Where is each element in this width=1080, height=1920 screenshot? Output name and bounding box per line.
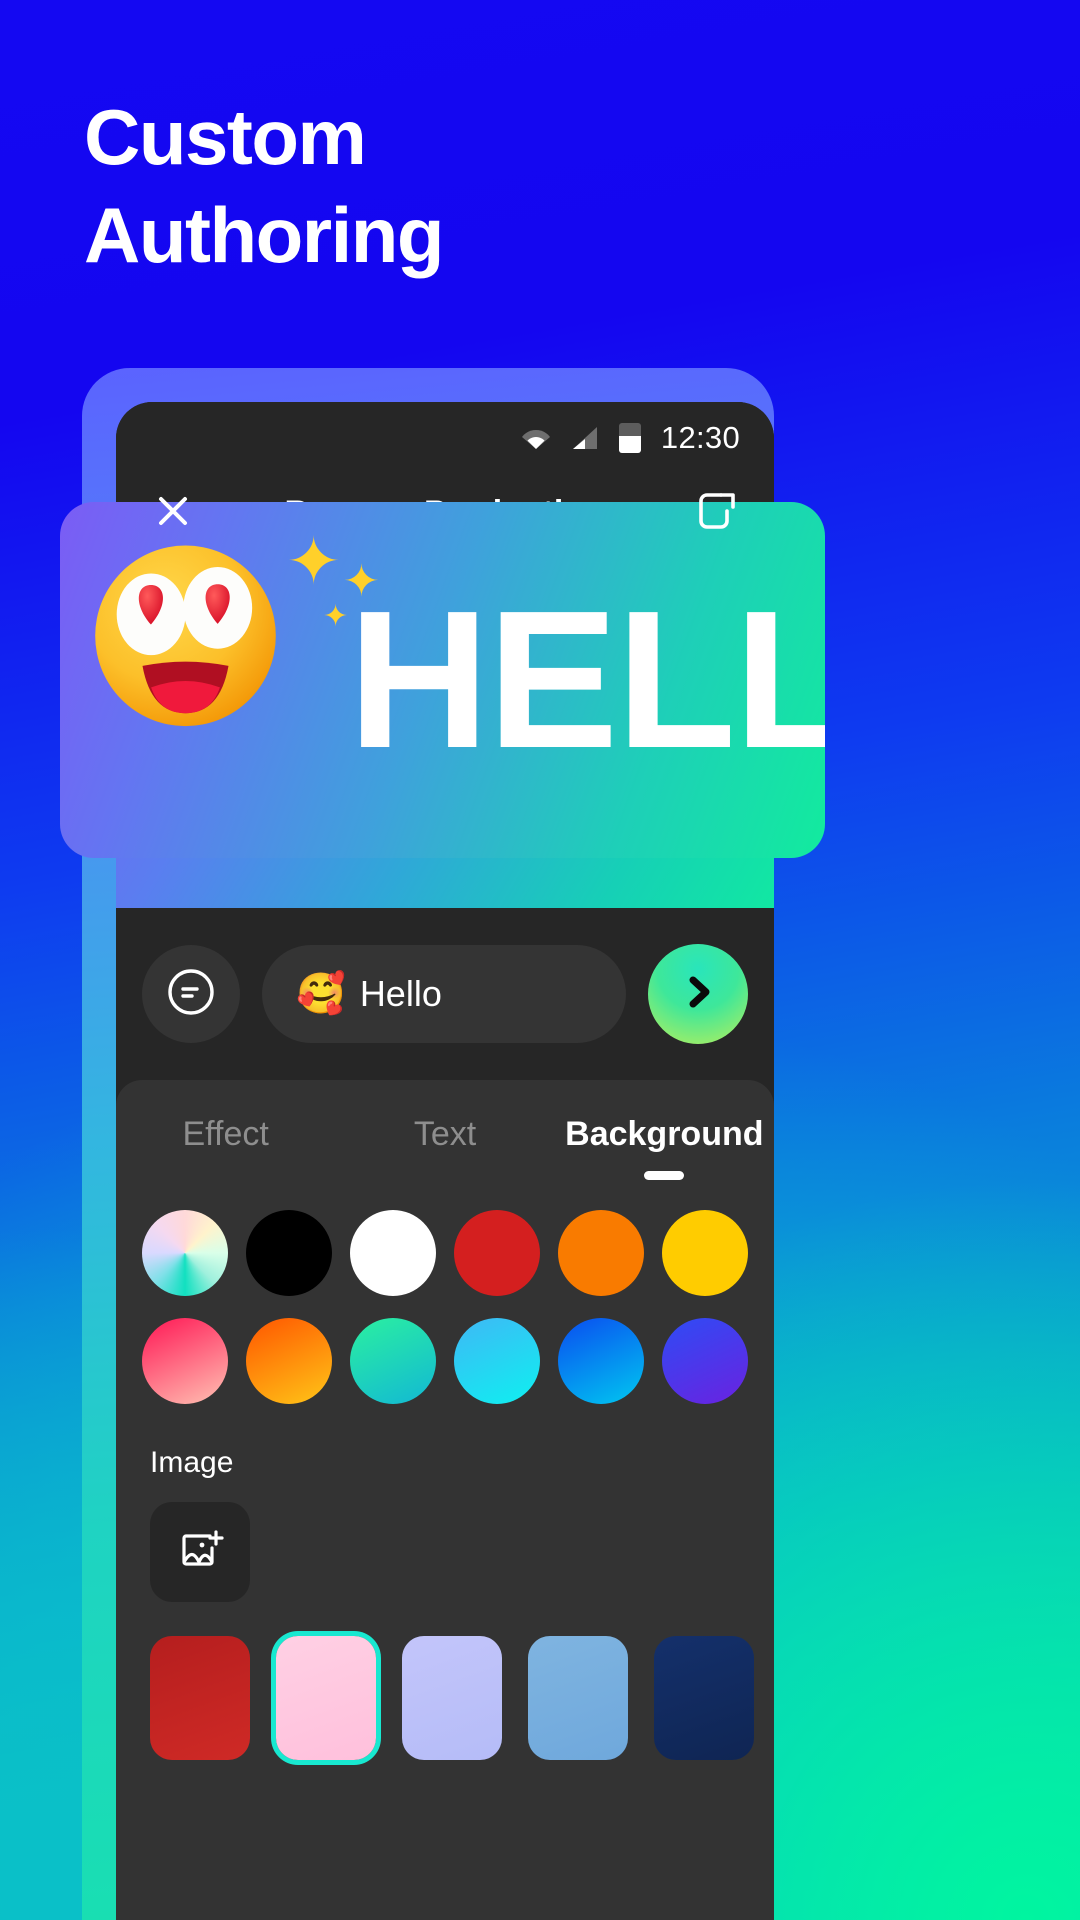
close-icon [153, 491, 193, 536]
headline-line-2: Authoring [84, 191, 445, 280]
swatch-white[interactable] [350, 1210, 436, 1296]
swatch-green-teal-gradient[interactable] [350, 1318, 436, 1404]
headline-line-1: Custom [84, 93, 367, 181]
swatch-orange[interactable] [558, 1210, 644, 1296]
rotate-screen-button[interactable] [690, 486, 744, 540]
status-bar: 12:30 [116, 402, 774, 474]
add-image-icon [172, 1522, 228, 1583]
emoji-face-icon [163, 964, 219, 1025]
swatch-red[interactable] [454, 1210, 540, 1296]
swatch-black[interactable] [246, 1210, 332, 1296]
image-options-row [116, 1480, 774, 1602]
smiling-face-with-hearts-emoji: 🥰 [296, 972, 346, 1016]
cellular-signal-icon [571, 426, 599, 450]
swatch-yellow[interactable] [662, 1210, 748, 1296]
swatch-indigo-violet-gradient[interactable] [662, 1318, 748, 1404]
thumbnail-red-knit[interactable] [150, 1636, 250, 1760]
wifi-icon [521, 426, 551, 450]
rotate-screen-icon [695, 489, 739, 538]
color-swatch-row [142, 1210, 748, 1296]
barrage-text-input[interactable]: 🥰 Hello [262, 945, 626, 1043]
options-bottom-sheet: Effect Text Background Image [116, 1080, 774, 1920]
tab-text[interactable]: Text [335, 1080, 554, 1188]
image-section-label: Image [150, 1446, 234, 1479]
page-title: Custom Authoring [84, 88, 445, 285]
sparkles-icon-tiny: ✦ [323, 600, 349, 633]
swatch-sky-cyan-gradient[interactable] [454, 1318, 540, 1404]
swatch-orange-gradient[interactable] [246, 1318, 332, 1404]
barrage-preview-banner: ✦ ✦ ✦ HELLO [60, 502, 825, 858]
status-bar-time: 12:30 [660, 420, 740, 455]
banner-emoji [78, 524, 293, 739]
sparkles-icon: ✦ [286, 524, 342, 598]
swatch-blue-cyan-gradient[interactable] [558, 1318, 644, 1404]
thumbnail-blue-wave[interactable] [528, 1636, 628, 1760]
add-image-button[interactable] [150, 1502, 250, 1602]
close-button[interactable] [146, 486, 200, 540]
barrage-input-row: 🥰 Hello [116, 908, 774, 1080]
sheet-tabs: Effect Text Background [116, 1080, 774, 1188]
emoji-picker-button[interactable] [142, 945, 240, 1043]
swatch-pink-gradient[interactable] [142, 1318, 228, 1404]
thumbnail-pink-sparkle[interactable] [276, 1636, 376, 1760]
barrage-preview-text: HELLO [348, 570, 825, 789]
color-swatch-row [142, 1318, 748, 1404]
thumbnail-bunting[interactable] [402, 1636, 502, 1760]
barrage-text-value: Hello [359, 973, 442, 1014]
background-color-grid [116, 1188, 774, 1404]
send-button[interactable] [648, 944, 748, 1044]
battery-icon [618, 423, 641, 453]
background-image-thumbnails [116, 1602, 774, 1760]
chevron-right-icon [675, 969, 721, 1020]
tab-background[interactable]: Background [555, 1080, 774, 1188]
color-picker-wheel[interactable] [142, 1210, 228, 1296]
tab-effect[interactable]: Effect [116, 1080, 335, 1188]
thumbnail-night-sky[interactable] [654, 1636, 754, 1760]
